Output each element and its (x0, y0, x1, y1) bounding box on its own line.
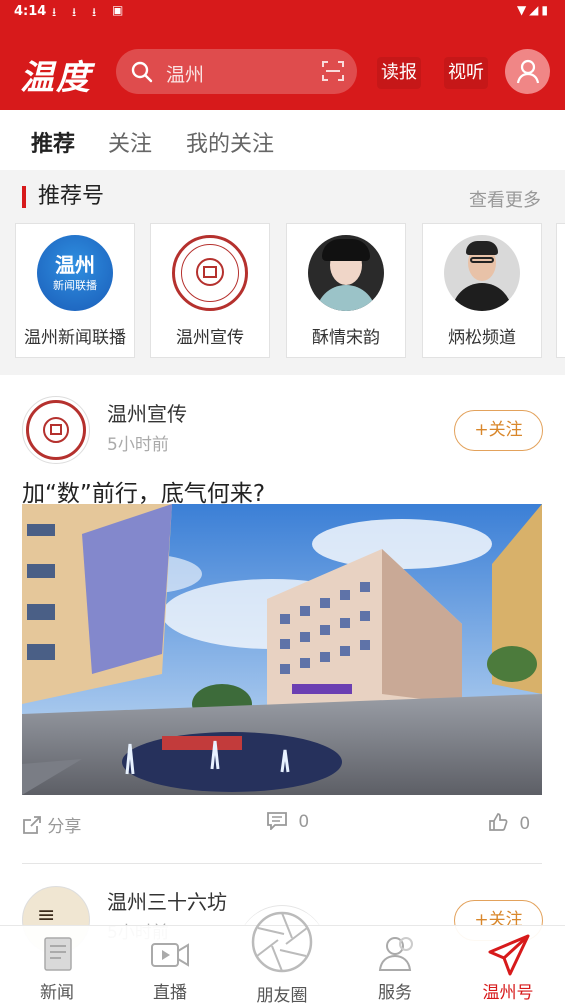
read-paper-button[interactable]: 读报 (377, 57, 421, 89)
user-avatar-button[interactable] (505, 49, 550, 94)
post-author-name[interactable]: 温州三十六坊 (107, 886, 227, 915)
app-logo[interactable]: 温度 (20, 50, 92, 99)
search-placeholder: 温州 (166, 64, 205, 86)
nav-label: 温州号 (482, 983, 534, 1003)
account-card[interactable]: 温州宣传 (150, 223, 270, 358)
nav-label: 直播 (153, 983, 187, 1003)
account-card-partial[interactable] (556, 223, 565, 358)
status-time: 4:14 (14, 4, 47, 19)
like-count: 0 (519, 814, 531, 834)
like-action[interactable]: 0 (488, 812, 530, 834)
post-author-avatar[interactable] (22, 396, 90, 464)
party-badge-logo (172, 235, 248, 311)
nav-services[interactable]: 服务 (350, 926, 440, 1004)
nav-label: 新闻 (40, 983, 74, 1003)
post-time: 5小时前 (107, 435, 169, 455)
video-camera-icon (151, 943, 189, 967)
users-icon (378, 937, 413, 971)
share-icon (23, 816, 41, 834)
logo-subtext: 新闻联播 (53, 279, 97, 292)
app-header: 4:14 ⭳ ⭳ ⭳ ▣ ▼◢▮ 温度 温州 读报 视听 (0, 0, 565, 110)
nav-live[interactable]: 直播 (125, 926, 215, 1004)
search-bar[interactable]: 温州 (116, 49, 357, 94)
user-icon (516, 59, 540, 84)
nav-moments[interactable]: 朋友圈 (237, 911, 327, 1004)
tab-my-follow[interactable]: 我的关注 (186, 126, 274, 158)
see-more-link[interactable]: 查看更多 (469, 186, 541, 212)
signal-battery-icons: ▼◢▮ (516, 3, 551, 17)
comment-icon (267, 812, 287, 832)
follow-button[interactable]: +关注 (454, 410, 543, 451)
tab-follow[interactable]: 关注 (108, 126, 152, 158)
scan-icon[interactable] (321, 59, 345, 83)
account-name: 酥情宋韵 (312, 328, 380, 348)
account-card[interactable]: 温州 新闻联播 温州新闻联播 (15, 223, 135, 358)
comment-action[interactable]: 0 (267, 812, 309, 832)
building-photo (22, 504, 542, 795)
audio-video-button[interactable]: 视听 (444, 57, 488, 89)
tab-recommend[interactable]: 推荐 (31, 126, 75, 158)
nav-label: 朋友圈 (256, 986, 308, 1004)
account-name: 温州宣传 (176, 328, 244, 348)
share-label: 分享 (47, 817, 82, 837)
account-avatar (444, 235, 520, 311)
feed-tabs: 推荐 关注 我的关注 (0, 110, 565, 170)
nav-label: 服务 (378, 983, 412, 1003)
post-author-name[interactable]: 温州宣传 (107, 398, 187, 427)
bottom-nav: 新闻 直播 朋友圈 服务 温州号 (0, 911, 565, 1004)
download-icon: ⭳ (92, 5, 97, 19)
account-logo: 温州 新闻联播 (37, 235, 113, 311)
post-headline[interactable]: 加“数”前行，底气何来? (22, 474, 265, 508)
comment-count: 0 (298, 812, 310, 832)
aperture-icon (251, 911, 313, 973)
nav-wenzhou-account[interactable]: 温州号 (463, 926, 553, 1004)
nav-news[interactable]: 新闻 (12, 926, 102, 1004)
account-card[interactable]: 炳松频道 (422, 223, 542, 358)
share-action[interactable]: 分享 (22, 812, 81, 837)
account-card[interactable]: 酥情宋韵 (286, 223, 406, 358)
post-image[interactable] (22, 504, 542, 795)
account-name: 温州新闻联播 (24, 328, 126, 348)
account-name: 炳松频道 (448, 328, 516, 348)
download-icon: ⭳ (52, 5, 57, 19)
post-divider (22, 863, 542, 864)
notification-icon: ▣ (112, 3, 124, 17)
newspaper-icon (44, 937, 72, 971)
logo-text: 温州 (55, 253, 95, 277)
account-avatar (308, 235, 384, 311)
paper-plane-icon (488, 934, 530, 976)
section-title: 推荐号 (22, 186, 104, 208)
search-icon (131, 61, 153, 83)
download-icon: ⭳ (72, 5, 77, 19)
status-bar: 4:14 ⭳ ⭳ ⭳ ▣ ▼◢▮ (0, 0, 565, 24)
thumbs-up-icon (489, 813, 508, 831)
recommended-accounts: 推荐号 查看更多 温州 新闻联播 温州新闻联播 温州宣传 酥情宋韵 炳松频道 (0, 170, 565, 375)
